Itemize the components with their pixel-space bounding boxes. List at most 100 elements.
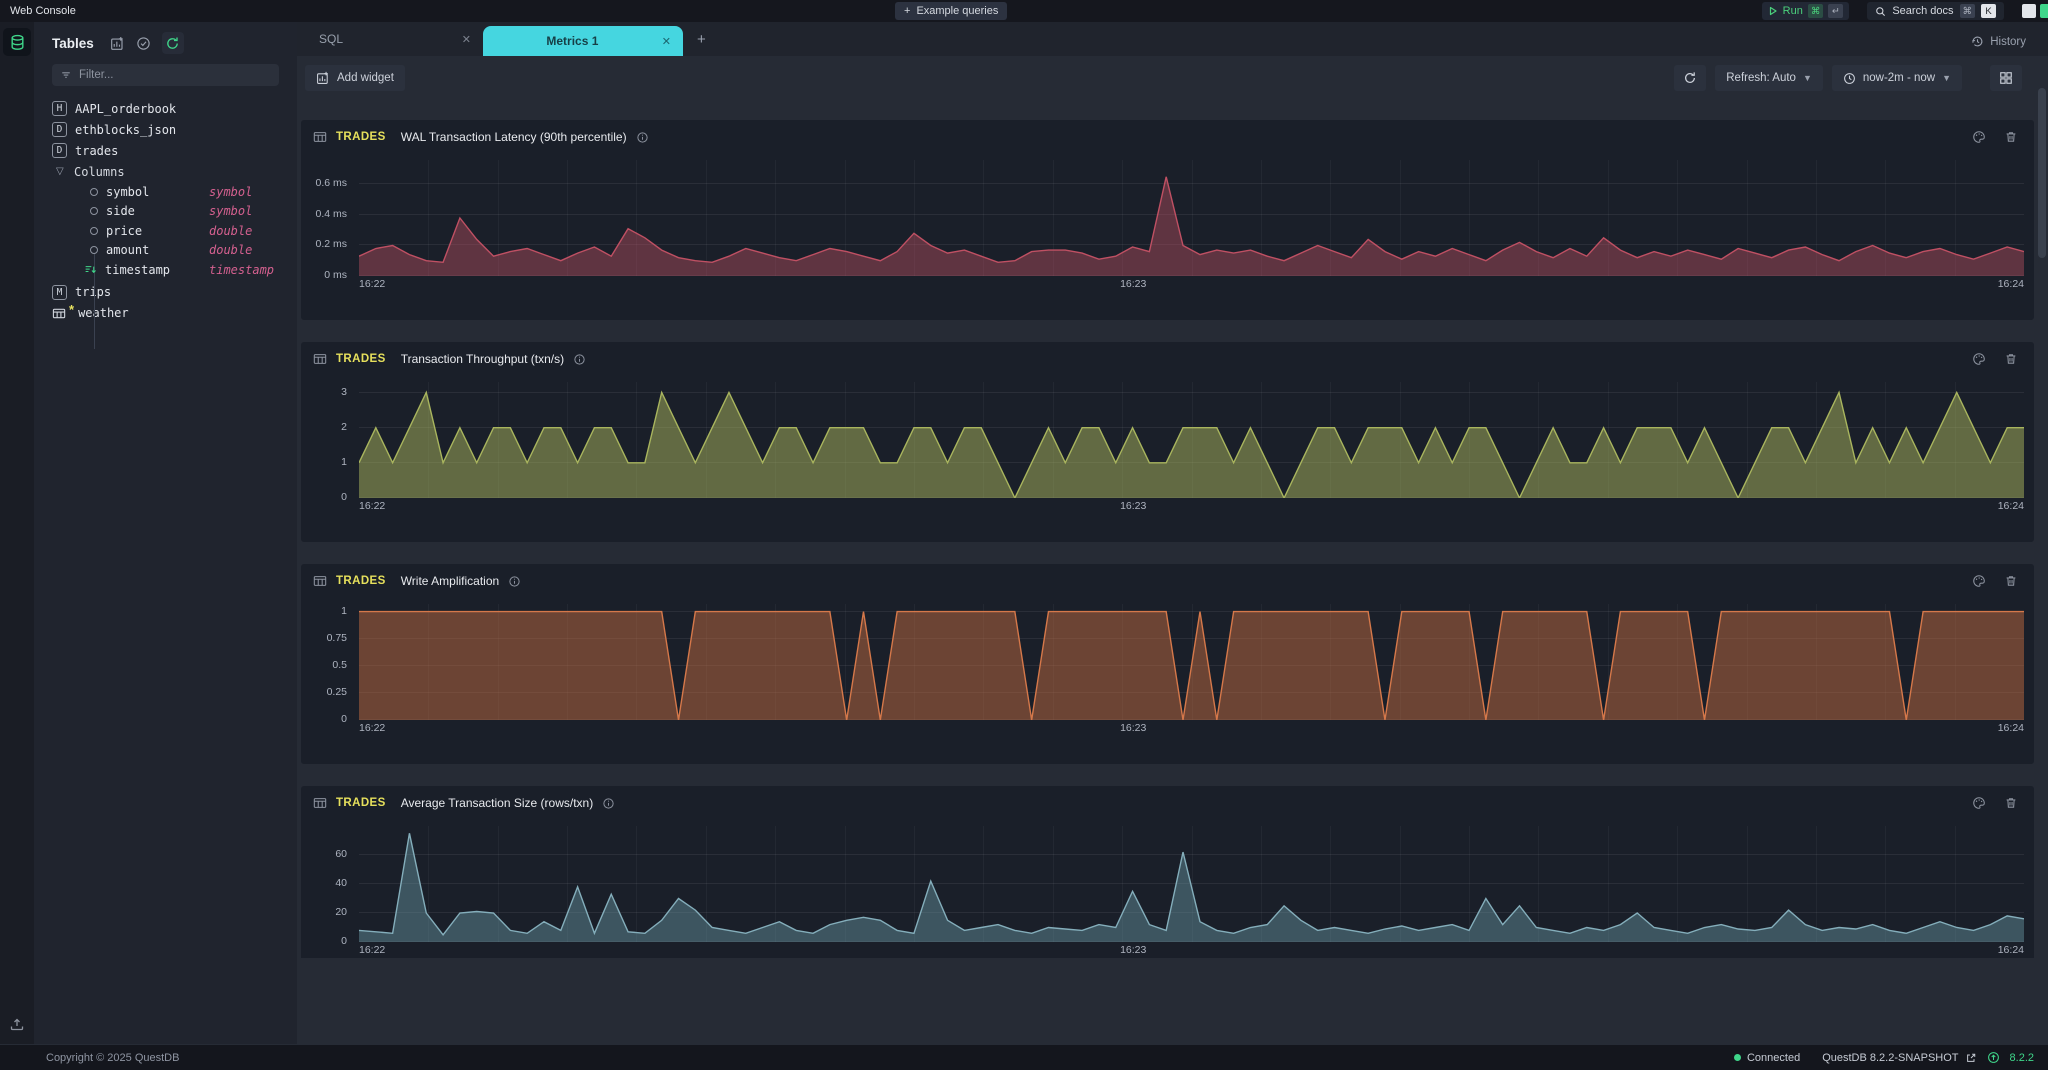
- refresh-tables-button[interactable]: [162, 32, 184, 54]
- column-icon: [90, 207, 98, 215]
- top-bar: Web Console + Example queries Run ⌘ ↵ Se…: [0, 0, 2048, 22]
- info-icon[interactable]: [573, 353, 586, 366]
- suspended-star-icon: *: [69, 302, 74, 317]
- scrollbar-thumb[interactable]: [2038, 88, 2046, 258]
- info-icon[interactable]: [602, 797, 615, 810]
- delete-widget-icon[interactable]: [2004, 796, 2018, 810]
- clock-icon: [1843, 72, 1856, 85]
- refresh-rate-dropdown[interactable]: Refresh: Auto ▼: [1715, 65, 1823, 91]
- clipped-button-icon[interactable]: [2022, 4, 2036, 18]
- table-row-weather[interactable]: * weather: [34, 303, 297, 324]
- y-tick-label: 0.25: [327, 686, 347, 698]
- x-axis-labels: 16:2216:2316:24: [359, 722, 2024, 736]
- example-queries-button[interactable]: + Example queries: [895, 2, 1007, 20]
- x-tick-label: 16:22: [359, 722, 385, 734]
- y-tick-label: 0.2 ms: [315, 238, 347, 250]
- new-tab-button[interactable]: +: [697, 31, 706, 48]
- close-icon[interactable]: ✕: [662, 35, 671, 48]
- search-docs-button[interactable]: Search docs ⌘ K: [1867, 2, 2004, 20]
- x-tick-label: 16:23: [1120, 278, 1146, 290]
- filter-input[interactable]: [79, 69, 271, 81]
- history-button[interactable]: History: [1971, 35, 2026, 48]
- update-available-icon[interactable]: [1987, 1051, 2000, 1064]
- partition-badge: M: [52, 285, 67, 300]
- delete-widget-icon[interactable]: [2004, 574, 2018, 588]
- run-button[interactable]: Run ⌘ ↵: [1762, 2, 1850, 20]
- column-row-side[interactable]: side symbol: [34, 202, 297, 222]
- table-row-aapl-orderbook[interactable]: H AAPL_orderbook: [34, 98, 297, 119]
- layout-grid-button[interactable]: [1990, 65, 2022, 91]
- refresh-icon: [1683, 71, 1697, 85]
- tab-bar: SQL ✕ Metrics 1 ✕ + History: [297, 22, 2048, 56]
- y-axis-labels: 0123: [301, 342, 353, 542]
- widget-header[interactable]: TRADES Average Transaction Size (rows/tx…: [301, 786, 2034, 820]
- column-icon: [90, 246, 98, 254]
- x-tick-label: 16:24: [1998, 722, 2024, 734]
- table-row-trips[interactable]: M trips: [34, 282, 297, 303]
- tab-sql[interactable]: SQL ✕: [297, 22, 483, 56]
- tables-sidebar: Tables: [34, 22, 297, 1044]
- clipped-button-icon[interactable]: [2040, 4, 2048, 18]
- status-bar: Copyright © 2025 QuestDB Connected Quest…: [0, 1044, 2048, 1070]
- vertical-scrollbar[interactable]: [2038, 66, 2046, 1036]
- filter-input-wrap[interactable]: [52, 64, 279, 86]
- chart-plot[interactable]: [359, 604, 2024, 720]
- info-icon[interactable]: [636, 131, 649, 144]
- x-axis-labels: 16:2216:2316:24: [359, 500, 2024, 514]
- x-tick-label: 16:22: [359, 944, 385, 956]
- metric-widget: TRADES Average Transaction Size (rows/tx…: [301, 786, 2034, 958]
- edge-clipped-buttons[interactable]: [2022, 4, 2048, 18]
- widget-header[interactable]: TRADES Transaction Throughput (txn/s): [301, 342, 2034, 376]
- color-palette-icon[interactable]: [1972, 130, 1986, 144]
- x-axis-labels: 16:2216:2316:24: [359, 944, 2024, 958]
- tables-panel-toggle[interactable]: [3, 28, 31, 56]
- column-row-amount[interactable]: amount double: [34, 241, 297, 261]
- partition-badge: H: [52, 101, 67, 116]
- color-palette-icon[interactable]: [1972, 796, 1986, 810]
- table-row-ethblocks-json[interactable]: D ethblocks_json: [34, 119, 297, 140]
- chevron-down-icon: ▽: [56, 166, 66, 177]
- color-palette-icon[interactable]: [1972, 352, 1986, 366]
- y-tick-label: 60: [335, 848, 347, 860]
- version-short: 8.2.2: [2010, 1052, 2034, 1064]
- widget-title: Transaction Throughput (txn/s): [401, 352, 564, 366]
- delete-widget-icon[interactable]: [2004, 130, 2018, 144]
- widget-header[interactable]: TRADES WAL Transaction Latency (90th per…: [301, 120, 2034, 154]
- charts-viewport: TRADES WAL Transaction Latency (90th per…: [297, 100, 2048, 958]
- table-row-trades[interactable]: D trades: [34, 140, 297, 161]
- column-row-price[interactable]: price double: [34, 221, 297, 241]
- chart-plot[interactable]: [359, 160, 2024, 276]
- partition-badge: D: [52, 122, 67, 137]
- chart-plot[interactable]: [359, 382, 2024, 498]
- refresh-icon: [165, 36, 180, 51]
- x-tick-label: 16:24: [1998, 944, 2024, 956]
- y-axis-labels: 00.250.50.751: [301, 564, 353, 764]
- chart-plot[interactable]: [359, 826, 2024, 942]
- tab-metrics-1[interactable]: Metrics 1 ✕: [483, 26, 683, 56]
- column-row-timestamp[interactable]: timestamp timestamp: [34, 260, 297, 280]
- widget-header[interactable]: TRADES Write Amplification: [301, 564, 2034, 598]
- column-row-symbol[interactable]: symbol symbol: [34, 182, 297, 202]
- time-range-dropdown[interactable]: now-2m - now ▼: [1832, 65, 1962, 91]
- delete-widget-icon[interactable]: [2004, 352, 2018, 366]
- chevron-down-icon: ▼: [1942, 73, 1951, 83]
- check-circle-icon[interactable]: [136, 36, 151, 51]
- connection-status: Connected: [1734, 1052, 1800, 1064]
- refresh-dashboard-button[interactable]: [1674, 65, 1706, 91]
- k-key-badge: K: [1981, 4, 1996, 18]
- database-icon: [9, 34, 26, 51]
- y-axis-labels: 0 ms0.2 ms0.4 ms0.6 ms: [301, 120, 353, 320]
- grid-icon: [1999, 71, 2013, 85]
- info-icon[interactable]: [508, 575, 521, 588]
- version-link[interactable]: QuestDB 8.2.2-SNAPSHOT: [1822, 1052, 1976, 1064]
- add-widget-button[interactable]: Add widget: [305, 65, 405, 91]
- y-tick-label: 0.5: [332, 659, 347, 671]
- close-icon[interactable]: ✕: [462, 33, 471, 46]
- import-files-icon[interactable]: [9, 1016, 25, 1032]
- y-tick-label: 0.6 ms: [315, 177, 347, 189]
- metrics-toolbar: Add widget Refresh: Auto ▼: [297, 56, 2048, 100]
- metric-widget: TRADES Write Amplification: [301, 564, 2034, 764]
- color-palette-icon[interactable]: [1972, 574, 1986, 588]
- add-metrics-icon[interactable]: [110, 36, 125, 51]
- columns-group-toggle[interactable]: ▽ Columns: [34, 161, 297, 182]
